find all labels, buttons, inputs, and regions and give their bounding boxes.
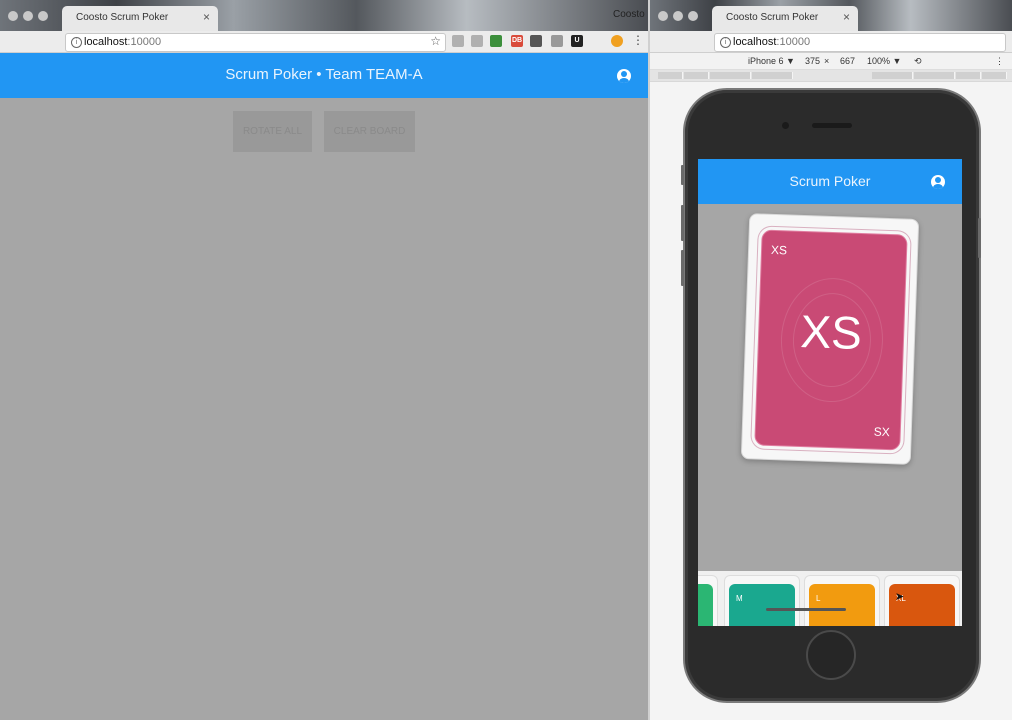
- extension-icon[interactable]: [471, 35, 483, 47]
- device-width-input[interactable]: 375: [805, 56, 820, 66]
- ruler-segment[interactable]: [956, 72, 981, 79]
- phone-mute-switch: [681, 165, 684, 185]
- media-query-ruler: [650, 70, 1012, 82]
- address-bar[interactable]: i localhost:10000: [714, 33, 1006, 52]
- card-tray: M L XL: [698, 571, 962, 626]
- profile-avatar-icon[interactable]: [611, 35, 623, 47]
- minimize-window-icon[interactable]: [673, 11, 683, 21]
- user-account-icon[interactable]: [617, 69, 631, 83]
- info-icon[interactable]: i: [720, 37, 731, 48]
- app-header: Scrum Poker • Team TEAM-A: [0, 53, 648, 98]
- clear-board-button[interactable]: CLEAR BOARD: [324, 111, 415, 152]
- user-account-icon[interactable]: [931, 175, 945, 189]
- tray-card-face: [698, 584, 713, 626]
- card-corner-top: XS: [770, 242, 788, 258]
- browser-window-left: Coosto Scrum Poker × Coosto i localhost:…: [0, 0, 648, 720]
- browser-toolbar: i localhost:10000 ☆ DB U ⋮: [0, 31, 648, 53]
- title-bar: Coosto Scrum Poker ×: [650, 0, 1012, 31]
- extension-icon[interactable]: [452, 35, 464, 47]
- tray-card-face: M: [729, 584, 795, 626]
- info-icon[interactable]: i: [71, 37, 82, 48]
- maximize-window-icon[interactable]: [688, 11, 698, 21]
- mouse-cursor-icon: ➤: [895, 591, 905, 603]
- tray-card[interactable]: M: [724, 575, 800, 626]
- minimize-window-icon[interactable]: [23, 11, 33, 21]
- phone-camera: [782, 122, 789, 129]
- url-text: localhost:10000: [733, 36, 811, 48]
- rotate-device-icon[interactable]: ⟲: [914, 56, 922, 67]
- bookmark-star-icon[interactable]: ☆: [430, 34, 441, 48]
- dimension-separator: ×: [824, 56, 830, 66]
- device-toolbar: iPhone 6 ▼ 375 × 667 100% ▼ ⟲ ⋮: [650, 53, 1012, 70]
- close-tab-icon[interactable]: ×: [203, 10, 210, 24]
- ruler-segment[interactable]: [684, 72, 709, 79]
- phone-speaker: [812, 123, 852, 128]
- card-corner-bottom: SX: [873, 424, 891, 440]
- browser-window-right: Coosto Scrum Poker × i localhost:10000 i…: [650, 0, 1012, 720]
- address-bar[interactable]: i localhost:10000 ☆: [65, 33, 446, 52]
- browser-tab[interactable]: Coosto Scrum Poker ×: [712, 6, 858, 31]
- maximize-window-icon[interactable]: [38, 11, 48, 21]
- close-window-icon[interactable]: [658, 11, 668, 21]
- device-select[interactable]: iPhone 6 ▼: [748, 56, 795, 66]
- tray-card-label: L: [816, 594, 821, 603]
- card-face: XS XS SX: [754, 229, 908, 451]
- rotate-all-button[interactable]: ROTATE ALL: [233, 111, 312, 152]
- mobile-viewport: Scrum Poker XS XS SX M L XL ➤: [698, 159, 962, 626]
- ruler-segment[interactable]: [982, 72, 1007, 79]
- ruler-segment[interactable]: [872, 72, 913, 79]
- tab-title: Coosto Scrum Poker: [76, 12, 169, 23]
- card-value: XS: [799, 304, 863, 360]
- tray-card-label: M: [736, 594, 743, 603]
- ruler-segment[interactable]: [752, 72, 793, 79]
- title-bar: Coosto Scrum Poker × Coosto: [0, 0, 648, 31]
- extension-icon[interactable]: [551, 35, 563, 47]
- profile-name[interactable]: Coosto: [613, 9, 645, 20]
- home-button[interactable]: [806, 630, 856, 680]
- browser-toolbar: i localhost:10000: [650, 31, 1012, 53]
- vue-devtools-icon[interactable]: [490, 35, 502, 47]
- phone-volume-up: [681, 205, 684, 241]
- browser-menu-icon[interactable]: ⋮: [632, 33, 644, 47]
- tab-title: Coosto Scrum Poker: [726, 12, 819, 23]
- browser-tab[interactable]: Coosto Scrum Poker ×: [62, 6, 218, 31]
- mobile-page-title: Scrum Poker: [789, 173, 871, 189]
- url-text: localhost:10000: [84, 36, 162, 48]
- phone-power-button: [978, 218, 981, 258]
- page-title: Scrum Poker • Team TEAM-A: [225, 66, 423, 83]
- db-extension-icon[interactable]: DB: [511, 35, 523, 47]
- home-indicator: [766, 608, 846, 611]
- devtools-menu-icon[interactable]: ⋮: [995, 56, 1004, 67]
- tray-card[interactable]: [698, 575, 718, 626]
- tray-card-face: L: [809, 584, 875, 626]
- ruler-segment[interactable]: [658, 72, 683, 79]
- close-window-icon[interactable]: [8, 11, 18, 21]
- zoom-select[interactable]: 100% ▼: [867, 56, 901, 66]
- u-extension-icon[interactable]: U: [571, 35, 583, 47]
- tray-card[interactable]: L: [804, 575, 880, 626]
- mobile-app-header: Scrum Poker: [698, 159, 962, 204]
- extension-icon[interactable]: [530, 35, 542, 47]
- close-tab-icon[interactable]: ×: [843, 10, 850, 24]
- ruler-segment[interactable]: [710, 72, 751, 79]
- phone-volume-down: [681, 250, 684, 286]
- device-height-input[interactable]: 667: [840, 56, 855, 66]
- ruler-segment[interactable]: [914, 72, 955, 79]
- selected-card[interactable]: XS XS SX: [740, 213, 920, 465]
